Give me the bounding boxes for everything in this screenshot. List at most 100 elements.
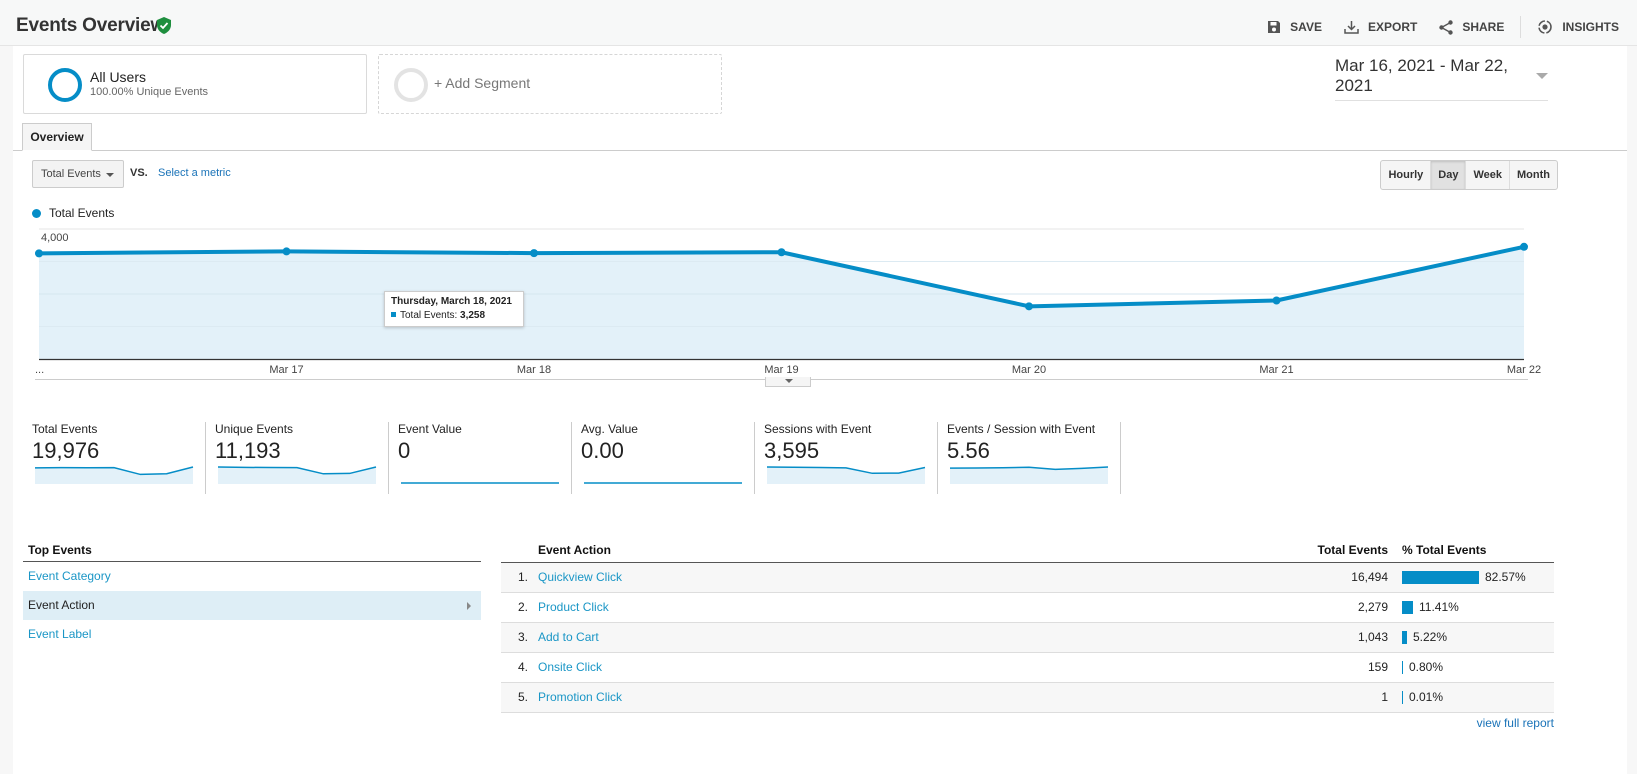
share-button[interactable]: SHARE: [1439, 19, 1505, 35]
granularity-week-button[interactable]: Week: [1465, 161, 1509, 189]
sparkline: [584, 482, 742, 484]
granularity-day-button[interactable]: Day: [1430, 161, 1466, 189]
sparkline: [34, 466, 194, 484]
col-total-events[interactable]: Total Events: [1282, 543, 1402, 563]
vs-label: VS.: [130, 167, 148, 179]
x-tick-label: Mar 21: [1259, 364, 1293, 376]
scorecard-value: 5.56: [947, 438, 990, 463]
row-total: 1,043: [1282, 622, 1402, 653]
save-label: SAVE: [1290, 20, 1322, 34]
scorecard-sessions-with-event[interactable]: Sessions with Event 3,595: [755, 422, 938, 494]
scorecard-event-value[interactable]: Event Value 0: [389, 422, 572, 494]
pct-bar: [1402, 570, 1479, 584]
segment-circle-icon: [48, 68, 82, 102]
table-header-row: Event Action Total Events % Total Events: [501, 543, 1554, 563]
row-pct: 11.41%: [1419, 600, 1459, 614]
row-event-link[interactable]: Add to Cart: [528, 622, 1282, 653]
row-total: 16,494: [1282, 562, 1402, 593]
row-event-link[interactable]: Onsite Click: [528, 652, 1282, 683]
segment-all-users[interactable]: All Users 100.00% Unique Events: [23, 54, 367, 114]
pct-bar: [1402, 690, 1403, 704]
row-rank: 4.: [501, 652, 528, 683]
share-icon: [1439, 19, 1454, 35]
data-point: [1025, 302, 1033, 311]
row-event-link[interactable]: Quickview Click: [528, 562, 1282, 593]
granularity-month-button[interactable]: Month: [1509, 161, 1557, 189]
col-pct-total-events[interactable]: % Total Events: [1402, 543, 1554, 563]
save-button[interactable]: SAVE: [1267, 20, 1322, 34]
empty-segment-circle-icon: [394, 68, 428, 102]
date-range-picker[interactable]: Mar 16, 2021 - Mar 22, 2021: [1335, 56, 1548, 101]
data-point: [1520, 242, 1528, 251]
row-pct: 0.01%: [1409, 690, 1444, 704]
sparkline: [401, 482, 559, 484]
legend-dot-icon: [32, 208, 41, 218]
scorecard-label: Event Value: [398, 422, 462, 436]
row-total: 159: [1282, 652, 1402, 683]
scorecard-label: Unique Events: [215, 422, 294, 436]
data-point: [35, 249, 43, 258]
tooltip-label: Total Events:: [400, 310, 461, 321]
scorecard-unique-events[interactable]: Unique Events 11,193: [206, 422, 389, 494]
insights-button[interactable]: INSIGHTS: [1537, 19, 1619, 35]
top-events-item-event-category[interactable]: Event Category: [23, 562, 481, 591]
chevron-down-icon: [1536, 73, 1548, 79]
add-segment-button[interactable]: + Add Segment: [378, 54, 722, 114]
top-events-item-event-action[interactable]: Event Action: [23, 591, 481, 620]
row-rank: 3.: [501, 622, 528, 653]
row-total: 2,279: [1282, 592, 1402, 623]
scorecard-value: 0: [398, 438, 411, 463]
data-point: [282, 247, 291, 256]
metric-dropdown[interactable]: Total Events: [32, 160, 124, 188]
toolbar-divider: [1520, 16, 1522, 38]
row-pct: 5.22%: [1413, 630, 1448, 644]
chart-svg: 4,0002,000...Mar 17Mar 18Mar 19Mar 20Mar…: [35, 228, 1541, 380]
x-tick-label: Mar 22: [1507, 364, 1541, 376]
x-tick-label: Mar 17: [269, 364, 303, 376]
x-tick-label: Mar 19: [764, 364, 798, 376]
row-event-link[interactable]: Product Click: [528, 592, 1282, 623]
select-metric-link[interactable]: Select a metric: [158, 167, 231, 179]
line-chart: 4,0002,000...Mar 17Mar 18Mar 19Mar 20Mar…: [13, 221, 1627, 431]
shield-check-icon: [157, 17, 171, 34]
page-title: Events Overview: [16, 15, 166, 36]
row-total: 1: [1282, 682, 1402, 713]
view-full-report-link[interactable]: view full report: [1477, 716, 1554, 730]
x-tick-label: ...: [35, 364, 44, 376]
row-pct: 0.80%: [1409, 660, 1444, 674]
scorecard-avg-value[interactable]: Avg. Value 0.00: [572, 422, 755, 494]
row-event-link[interactable]: Promotion Click: [528, 682, 1282, 713]
report-header: Events Overview SAVE EXPORT SHARE INSIGH…: [0, 0, 1637, 46]
export-button[interactable]: EXPORT: [1344, 20, 1417, 34]
tab-overview[interactable]: Overview: [22, 123, 92, 151]
share-label: SHARE: [1462, 20, 1505, 34]
data-point: [777, 248, 786, 257]
chevron-right-icon: [467, 602, 471, 610]
granularity-hourly-button[interactable]: Hourly: [1381, 161, 1430, 189]
chart-legend: Total Events: [32, 206, 114, 220]
metric-dropdown-value: Total Events: [41, 168, 101, 180]
x-tick-label: Mar 18: [517, 364, 551, 376]
scorecard-value: 3,595: [764, 438, 820, 463]
table-row: 5. Promotion Click 1 0.01%: [501, 682, 1554, 713]
download-icon: [1344, 21, 1359, 34]
sparkline-area: [218, 467, 376, 484]
top-events-item-event-label[interactable]: Event Label: [23, 620, 481, 649]
save-icon: [1268, 21, 1281, 33]
legend-label: Total Events: [49, 206, 115, 220]
tooltip-date: Thursday, March 18, 2021: [391, 296, 512, 307]
scorecard-total-events[interactable]: Total Events 19,976: [23, 422, 206, 494]
scorecard-events-per-session[interactable]: Events / Session with Event 5.56: [938, 422, 1121, 494]
chart-collapse-handle[interactable]: [765, 377, 811, 387]
granularity-toggle: Hourly Day Week Month: [1380, 160, 1558, 190]
tooltip-series-swatch: [391, 312, 396, 317]
scorecard-label: Events / Session with Event: [947, 422, 1096, 436]
top-events-panel: Top Events Event Category Event Action E…: [23, 543, 481, 649]
table-row: 4. Onsite Click 159 0.80%: [501, 652, 1554, 683]
col-event-action: Event Action: [528, 543, 1282, 563]
pct-bar: [1402, 630, 1407, 644]
scorecard-value: 11,193: [215, 438, 281, 463]
table-row: 3. Add to Cart 1,043 5.22%: [501, 622, 1554, 653]
date-range-text: Mar 16, 2021 - Mar 22, 2021: [1335, 56, 1508, 95]
pct-bar: [1402, 660, 1403, 674]
